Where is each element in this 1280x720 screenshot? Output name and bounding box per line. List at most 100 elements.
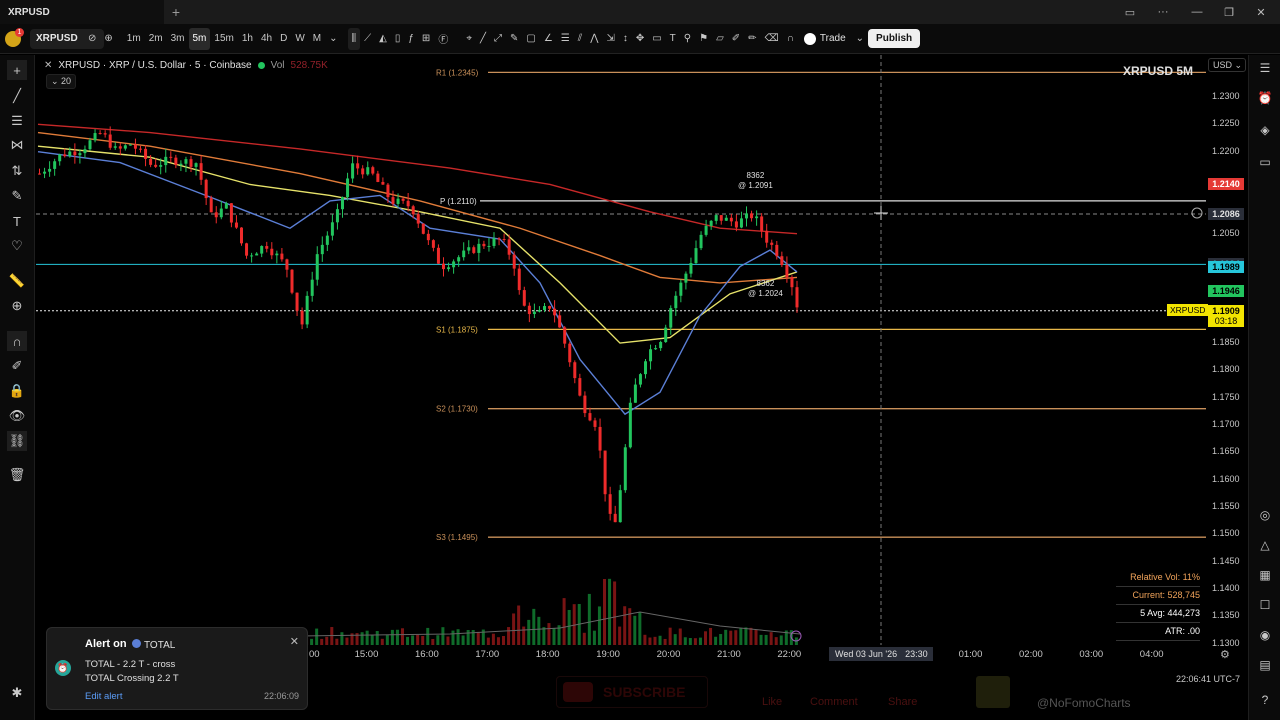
candle-body (618, 490, 622, 523)
time-tick-partial: 00 (309, 649, 320, 660)
candle-body (53, 161, 57, 169)
ma-orange-line (37, 131, 798, 284)
candle-body (189, 159, 193, 167)
settings-gear-icon[interactable]: ⚙ (1220, 648, 1230, 661)
candle-body (386, 184, 390, 198)
candle-body (436, 247, 440, 264)
candle-body (522, 290, 526, 306)
candle-body (598, 426, 602, 451)
time-tick: 18:00 (535, 649, 560, 660)
alert-line-1: TOTAL - 2.2 T - cross (85, 659, 176, 670)
volume-bar (638, 612, 642, 645)
candle-body (285, 259, 289, 270)
volume-bar (512, 613, 516, 645)
youtube-icon (563, 682, 593, 702)
utc-clock[interactable]: 22:06:41 UTC-7 (1176, 674, 1240, 684)
nofomo-logo-icon (976, 676, 1010, 708)
alert-close-icon[interactable]: ✕ (290, 635, 299, 648)
volume-bar (673, 634, 677, 645)
volume-bar (345, 637, 349, 645)
candle-body (123, 145, 127, 149)
candle-body (265, 246, 269, 249)
candle-body (664, 327, 668, 343)
candle-body (739, 218, 743, 228)
candle-body (209, 198, 213, 213)
volume-bar (517, 605, 521, 645)
time-tick: 17:00 (475, 649, 500, 660)
candle-body (290, 269, 294, 293)
price-tick: 1.1500 (1212, 528, 1240, 539)
candle-body (649, 349, 653, 362)
add-alert-icon[interactable] (1191, 207, 1203, 219)
candle-body (366, 167, 370, 175)
price-tick: 1.2200 (1212, 145, 1240, 156)
volume-bar (406, 636, 410, 645)
candle-body (48, 168, 52, 172)
volume-bar (547, 623, 551, 645)
volume-bar (416, 634, 420, 645)
indicators-collapse-button[interactable]: ⌄ 20 (46, 74, 77, 89)
time-tick: 02:00 (1019, 649, 1043, 660)
candle-body (250, 255, 254, 257)
volume-bar (395, 629, 399, 645)
alert-source: TOTAL (132, 639, 175, 651)
candle-body (477, 243, 481, 253)
volume-bar (486, 637, 490, 645)
candle-body (154, 164, 158, 167)
time-tick: 22:00 (777, 649, 802, 660)
candle-body (704, 225, 708, 235)
price-tick: 1.1550 (1212, 501, 1240, 512)
price-chart[interactable]: R1 (1.2345) P (1.2110) S1 (1.1875) S2 (1.17… (0, 0, 1280, 720)
price-tick: 1.1850 (1212, 337, 1240, 348)
volume-bar (496, 637, 500, 645)
volume-bar (774, 637, 778, 645)
alert-line-2: TOTAL Crossing 2.2 T (85, 673, 179, 684)
volume-bar (390, 629, 394, 645)
volume-bar (709, 627, 713, 645)
time-tick: 01:00 (958, 649, 983, 660)
volume-bar (668, 627, 672, 645)
volume-bar (678, 628, 682, 645)
candle-body (462, 250, 466, 258)
currency-selector[interactable]: USD ⌄ (1208, 58, 1246, 72)
candle-body (426, 233, 430, 241)
candle-body (149, 158, 153, 165)
candle-body (487, 245, 491, 247)
alert-toast[interactable]: ⏰ Alert on TOTAL ✕ TOTAL - 2.2 T - cross… (46, 627, 308, 710)
legend-close-icon[interactable]: ✕ (44, 60, 52, 71)
candle-body (245, 243, 249, 256)
candle-body (654, 348, 658, 350)
candle-body (760, 216, 764, 231)
candle-body (128, 144, 132, 146)
like-text: Like (762, 696, 783, 708)
price-tag-symbol: XRPUSD (1167, 304, 1209, 316)
candle-body (83, 149, 87, 154)
candle-body (214, 212, 218, 218)
price-label: 1.1909 (1208, 304, 1244, 317)
volume-bar (476, 631, 480, 645)
volume-bar (714, 636, 718, 645)
volume-bar (431, 638, 435, 645)
candle-body (755, 216, 759, 219)
crosshair-time-label: Wed 03 Jun '26 23:30 (829, 647, 933, 661)
candle-body (467, 247, 471, 251)
candle-body (103, 133, 107, 135)
candle-body (330, 222, 334, 236)
volume-bar (411, 635, 415, 645)
edit-alert-link[interactable]: Edit alert (85, 691, 123, 702)
volume-stats-table: Relative Vol: 11% Current: 528,745 5 Avg… (1116, 569, 1200, 641)
symbol-title[interactable]: XRPUSD · XRP / U.S. Dollar · 5 · Coinbas… (58, 60, 251, 71)
candle-body (184, 159, 188, 164)
price-label: 1.2086 (1208, 208, 1244, 220)
candle-body (694, 248, 698, 264)
volume-bar (532, 608, 536, 645)
volume-bar (729, 630, 733, 645)
high-annotation: 8362 @ 1.2091 (738, 171, 773, 191)
candle-body (795, 287, 799, 308)
candle-body (623, 447, 627, 491)
candle-body (674, 295, 678, 309)
candle-body (573, 362, 577, 379)
candle-body (527, 305, 531, 315)
candle-body (709, 220, 713, 226)
chart-legend: ✕ XRPUSD · XRP / U.S. Dollar · 5 · Coinb… (44, 57, 328, 73)
